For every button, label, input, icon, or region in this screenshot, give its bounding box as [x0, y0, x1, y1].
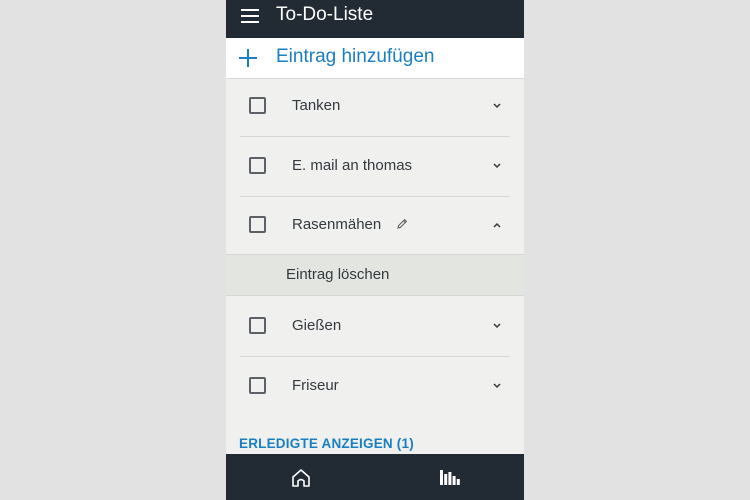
page-title: To-Do-Liste: [276, 4, 374, 25]
todo-item-rasenmaehen[interactable]: Rasenmähen: [240, 197, 510, 255]
item-checkbox[interactable]: [249, 216, 266, 233]
item-label: Rasenmähen: [292, 216, 382, 233]
item-checkbox[interactable]: [249, 97, 266, 114]
show-completed-link[interactable]: ERLEDIGTE ANZEIGEN (1): [239, 436, 414, 451]
item-label: Tanken: [292, 97, 341, 114]
plus-icon: [239, 49, 257, 67]
item-checkbox[interactable]: [249, 317, 266, 334]
item-checkbox[interactable]: [249, 377, 266, 394]
hamburger-menu-icon[interactable]: [241, 9, 259, 23]
delete-entry-label: Eintrag löschen: [286, 266, 390, 283]
chevron-up-icon[interactable]: [492, 221, 502, 229]
chevron-down-icon[interactable]: [492, 162, 502, 170]
home-icon[interactable]: [290, 467, 312, 489]
item-label: Gießen: [292, 317, 342, 334]
todo-item-tanken[interactable]: Tanken: [240, 78, 510, 137]
chevron-down-icon[interactable]: [492, 322, 502, 330]
chevron-down-icon[interactable]: [492, 382, 502, 390]
item-label: Friseur: [292, 377, 339, 394]
now-playing-icon[interactable]: [440, 469, 460, 486]
chevron-down-icon[interactable]: [492, 102, 502, 110]
pencil-icon[interactable]: [396, 218, 408, 230]
todo-app-screen: To-Do-Liste Eintrag hinzufügen Tanken E.…: [226, 0, 524, 500]
item-checkbox[interactable]: [249, 157, 266, 174]
todo-item-giessen[interactable]: Gießen: [240, 298, 510, 357]
bottom-nav: [226, 454, 524, 500]
item-label: E. mail an thomas: [292, 157, 413, 174]
add-entry-label: Eintrag hinzufügen: [276, 46, 435, 67]
app-header: To-Do-Liste: [226, 0, 524, 38]
todo-item-email-thomas[interactable]: E. mail an thomas: [240, 138, 510, 197]
add-entry-button[interactable]: Eintrag hinzufügen: [226, 38, 524, 79]
delete-entry-button[interactable]: Eintrag löschen: [226, 254, 524, 296]
todo-item-friseur[interactable]: Friseur: [240, 358, 510, 416]
